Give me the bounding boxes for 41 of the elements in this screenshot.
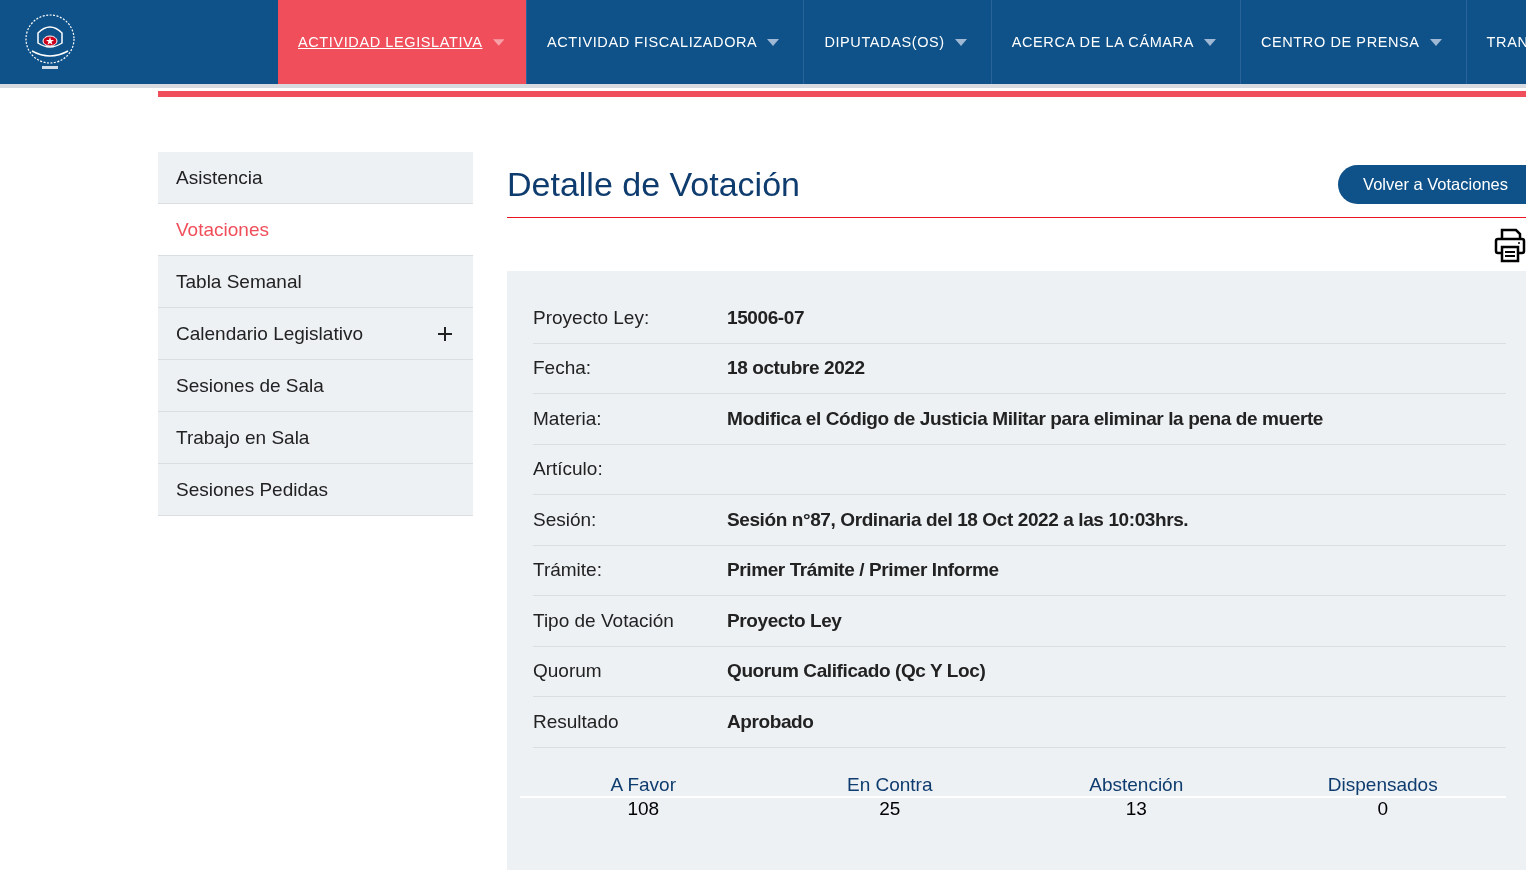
- sidebar-item[interactable]: Calendario Legislativo: [158, 308, 473, 360]
- field-value: 18 octubre 2022: [727, 357, 865, 380]
- vote-category-label: Abstención: [1013, 773, 1260, 798]
- sidebar-item[interactable]: Sesiones de Sala: [158, 360, 473, 412]
- field-value: Sesión n°87, Ordinaria del 18 Oct 2022 a las 10:03hrs.: [727, 508, 1189, 531]
- caret-icon: [1429, 38, 1442, 46]
- vote-category-label: En Contra: [766, 773, 1013, 798]
- caret-icon: [954, 38, 967, 46]
- sidebar-item[interactable]: Asistencia: [158, 152, 473, 204]
- vote-category-label: Dispensados: [1259, 773, 1506, 798]
- field-label: Trámite:: [533, 559, 603, 582]
- field-value: 15006-07: [727, 306, 805, 329]
- back-button[interactable]: Volver a Votaciones: [1338, 165, 1526, 204]
- plus-icon[interactable]: [437, 325, 453, 342]
- field-label: Materia:: [533, 407, 603, 430]
- sidebar-item[interactable]: Tabla Semanal: [158, 256, 473, 308]
- field-label: Quorum: [533, 660, 603, 683]
- sidebar-item[interactable]: Sesiones Pedidas: [158, 464, 473, 516]
- vote-count: 13: [1125, 797, 1147, 820]
- nav-menu-item[interactable]: ACTIVIDAD LEGISLATIVA: [278, 0, 527, 84]
- vote-count: 25: [879, 797, 901, 820]
- caret-icon: [492, 38, 504, 46]
- field-value: Quorum Calificado (Qc Y Loc): [727, 660, 986, 683]
- sidebar-item[interactable]: Trabajo en Sala: [158, 412, 473, 464]
- page-title: Detalle de Votación: [507, 165, 800, 204]
- field-label: Fecha:: [533, 357, 593, 380]
- caret-icon: [767, 38, 780, 46]
- field-value: Modifica el Código de Justicia Militar para eliminar la pena de muerte: [727, 407, 1323, 430]
- field-value: Aprobado: [727, 710, 814, 733]
- printer-icon[interactable]: [1494, 226, 1526, 263]
- field-label: Tipo de Votación: [533, 609, 675, 632]
- caret-icon: [1203, 38, 1216, 46]
- field-value: Primer Trámite / Primer Informe: [727, 559, 999, 582]
- field-label: Resultado: [533, 710, 620, 733]
- field-label: Artículo:: [533, 458, 604, 481]
- field-label: Proyecto Ley:: [533, 306, 651, 329]
- field-value: Proyecto Ley: [727, 609, 842, 632]
- vote-category-label: A Favor: [520, 773, 767, 798]
- vote-count: 0: [1377, 797, 1389, 820]
- vote-count: 108: [627, 797, 660, 820]
- field-label: Sesión:: [533, 508, 598, 531]
